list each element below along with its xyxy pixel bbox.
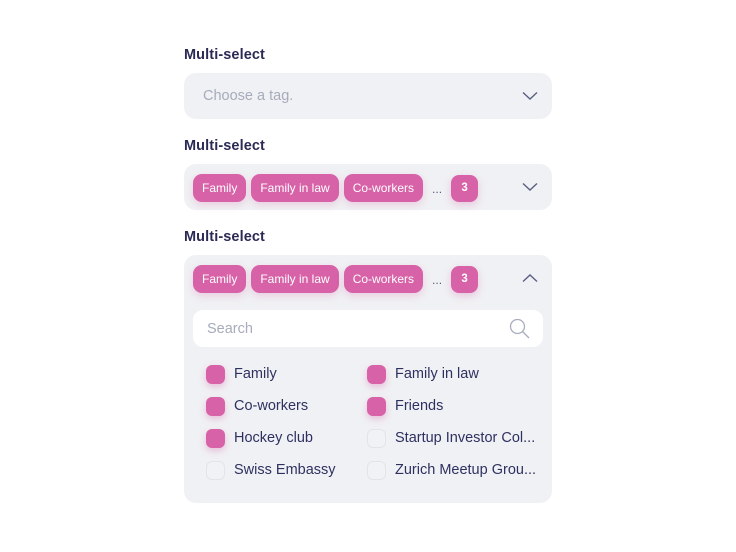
overflow-ellipsis: ... — [432, 273, 443, 287]
chevron-up-icon[interactable] — [522, 273, 538, 283]
overflow-ellipsis: ... — [432, 182, 443, 196]
field-label: Multi-select — [184, 138, 265, 154]
option-family-in-law[interactable]: Family in law — [367, 364, 479, 384]
option-co-workers[interactable]: Co-workers — [206, 396, 308, 416]
checkbox-checked[interactable] — [367, 364, 386, 384]
tag-chip[interactable]: Co-workers — [343, 174, 424, 202]
checkbox-checked[interactable] — [367, 396, 386, 416]
option-label: Swiss Embassy — [234, 462, 336, 478]
chevron-down-icon[interactable] — [522, 182, 538, 192]
option-label: Family — [234, 366, 277, 382]
option-label: Co-workers — [234, 398, 309, 414]
multi-select-open: Multi-select Family Family in law Co-wor… — [184, 228, 552, 503]
checkbox-unchecked[interactable] — [367, 460, 386, 480]
field-label: Multi-select — [184, 47, 265, 63]
overflow-count-badge[interactable]: 3 — [451, 265, 479, 293]
select-trigger[interactable]: Choose a tag. — [184, 73, 552, 119]
select-dropdown: Family Family in law Co-workers ... 3 Fa… — [184, 255, 552, 503]
tag-chip[interactable]: Co-workers — [343, 265, 424, 293]
tag-chip[interactable]: Family in law — [251, 174, 339, 202]
tag-chip[interactable]: Family in law — [251, 265, 339, 293]
checkbox-checked[interactable] — [206, 396, 225, 416]
option-label: Startup Investor Col... — [395, 430, 536, 446]
tag-chip[interactable]: Family — [193, 174, 247, 202]
option-label: Zurich Meetup Grou... — [395, 462, 537, 478]
search-box — [193, 310, 543, 347]
search-icon[interactable] — [509, 318, 530, 339]
overflow-count-badge[interactable]: 3 — [451, 174, 479, 202]
option-family[interactable]: Family — [206, 364, 277, 384]
field-label: Multi-select — [184, 229, 265, 245]
option-hockey-club[interactable]: Hockey club — [206, 428, 313, 448]
chevron-down-icon[interactable] — [522, 91, 538, 101]
select-placeholder: Choose a tag. — [203, 88, 294, 104]
option-label: Friends — [395, 398, 444, 414]
option-label: Family in law — [395, 366, 479, 382]
option-zurich-meetup[interactable]: Zurich Meetup Grou... — [367, 460, 536, 480]
option-startup-investor[interactable]: Startup Investor Col... — [367, 428, 535, 448]
option-friends[interactable]: Friends — [367, 396, 443, 416]
multi-select-empty: Multi-select Choose a tag. — [184, 46, 552, 119]
select-trigger[interactable]: Family Family in law Co-workers ... 3 — [184, 164, 552, 210]
option-label: Hockey club — [234, 430, 313, 446]
multi-select-filled: Multi-select Family Family in law Co-wor… — [184, 137, 552, 210]
tag-chip[interactable]: Family — [193, 265, 247, 293]
checkbox-checked[interactable] — [206, 364, 225, 384]
option-swiss-embassy[interactable]: Swiss Embassy — [206, 460, 336, 480]
checkbox-checked[interactable] — [206, 428, 225, 448]
selected-chips[interactable]: Family Family in law Co-workers ... 3 — [193, 264, 479, 294]
selected-chips: Family Family in law Co-workers ... 3 — [193, 173, 479, 203]
checkbox-unchecked[interactable] — [367, 428, 386, 448]
search-input[interactable] — [207, 310, 497, 347]
checkbox-unchecked[interactable] — [206, 460, 225, 480]
